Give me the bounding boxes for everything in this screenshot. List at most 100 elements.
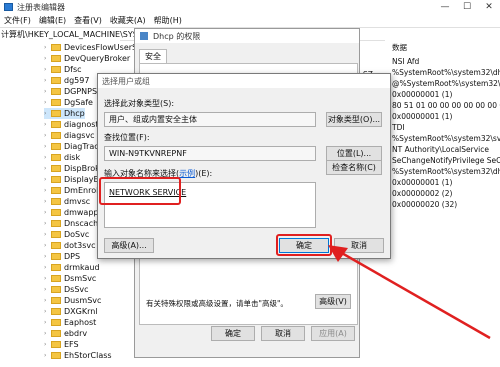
expand-arrow-icon[interactable]: › [44, 198, 51, 205]
expand-arrow-icon[interactable]: › [44, 121, 51, 128]
tree-item[interactable]: › DevicesFlowUserSvc [44, 42, 146, 53]
folder-icon [51, 110, 61, 117]
object-types-button[interactable]: 对象类型(O)... [326, 112, 382, 127]
tree-item[interactable]: › DPS [44, 251, 80, 262]
tree-item[interactable]: › EhStorClass [44, 350, 112, 361]
tree-item[interactable]: › DmEnrol [44, 185, 98, 196]
expand-arrow-icon[interactable]: › [44, 154, 51, 161]
value-data-cell: %SystemRoot%\system32\svchos [392, 134, 500, 143]
expand-arrow-icon[interactable]: › [44, 286, 51, 293]
tree-item[interactable]: › EFS [44, 339, 79, 350]
folder-icon [51, 319, 61, 326]
tree-item[interactable]: › dot3svc [44, 240, 96, 251]
tree-item[interactable]: › dg597 [44, 75, 89, 86]
expand-arrow-icon[interactable]: › [44, 319, 51, 326]
value-data-cell: 80 51 01 00 00 00 00 00 00 00 00 [392, 101, 500, 110]
tree-item-label: Dnscach [64, 219, 99, 228]
tree-item-label: dmwapp [64, 208, 99, 217]
perm-ok-button[interactable]: 确定 [211, 326, 255, 341]
menu-edit[interactable]: 编辑(E) [35, 14, 70, 27]
expand-arrow-icon[interactable]: › [44, 110, 51, 117]
expand-arrow-icon[interactable]: › [44, 88, 51, 95]
tree-item[interactable]: › DoSvc [44, 229, 89, 240]
window-title: 注册表编辑器 [17, 3, 65, 12]
menu-help[interactable]: 帮助(H) [150, 14, 186, 27]
expand-arrow-icon[interactable]: › [44, 176, 51, 183]
maximize-button[interactable]: ☐ [456, 0, 478, 14]
tree-item[interactable]: › DsSvc [44, 284, 89, 295]
expand-arrow-icon[interactable]: › [44, 253, 51, 260]
expand-arrow-icon[interactable]: › [44, 220, 51, 227]
tree-item[interactable]: › Dhcp [44, 108, 85, 119]
expand-arrow-icon[interactable]: › [44, 297, 51, 304]
expand-arrow-icon[interactable]: › [44, 66, 51, 73]
tree-item-label: Eaphost [64, 318, 97, 327]
folder-icon [51, 66, 61, 73]
menu-favorites[interactable]: 收藏夹(A) [106, 14, 150, 27]
perm-cancel-button[interactable]: 取消 [261, 326, 305, 341]
tree-item[interactable]: › dmwapp [44, 207, 98, 218]
value-data-cell: 0x00000001 (1) [392, 112, 453, 121]
folder-icon [51, 154, 61, 161]
tree-item-label: DusmSvc [64, 296, 102, 305]
close-button[interactable]: ✕ [478, 0, 500, 14]
tree-item[interactable]: › DusmSvc [44, 295, 101, 306]
expand-arrow-icon[interactable]: › [44, 308, 51, 315]
value-data-cell: %SystemRoot%\system32\dhcp [392, 68, 500, 77]
tree-item[interactable]: › DXGKrnl [44, 306, 98, 317]
expand-arrow-icon[interactable]: › [44, 165, 51, 172]
expand-arrow-icon[interactable]: › [44, 55, 51, 62]
tree-item[interactable]: › DevQueryBroker [44, 53, 130, 64]
expand-arrow-icon[interactable]: › [44, 132, 51, 139]
tree-item[interactable]: › diagsvc [44, 130, 95, 141]
expand-arrow-icon[interactable]: › [44, 187, 51, 194]
folder-icon [51, 242, 61, 249]
expand-arrow-icon[interactable]: › [44, 77, 51, 84]
tree-item[interactable]: › Eaphost [44, 317, 96, 328]
tree-item[interactable]: › dmvsc [44, 196, 90, 207]
tree-item[interactable]: › ebdrv [44, 328, 87, 339]
permissions-icon [140, 32, 148, 40]
tree-item[interactable]: › DGPNPS [44, 86, 97, 97]
expand-arrow-icon[interactable]: › [44, 143, 51, 150]
expand-arrow-icon[interactable]: › [44, 242, 51, 249]
expand-arrow-icon[interactable]: › [44, 341, 51, 348]
check-names-button[interactable]: 检查名称(C) [326, 160, 382, 175]
tree-item[interactable]: › DispBrok [44, 163, 100, 174]
tree-item[interactable]: › DgSafe [44, 97, 93, 108]
minimize-button[interactable]: — [434, 0, 456, 14]
select-dialog-title: 选择用户或组 [102, 77, 150, 86]
locations-button[interactable]: 位置(L)... [326, 146, 382, 161]
annotation-arrow [328, 245, 491, 340]
folder-icon [51, 77, 61, 84]
object-type-field: 用户、组或内置安全主体 [104, 112, 316, 127]
tree-item[interactable]: › Dnscach [44, 218, 98, 229]
tree-item[interactable]: › DiagTrac [44, 141, 99, 152]
value-data-cell: 0x00000020 (32) [392, 200, 458, 209]
expand-arrow-icon[interactable]: › [44, 209, 51, 216]
expand-arrow-icon[interactable]: › [44, 99, 51, 106]
tree-item[interactable]: › DisplayE [44, 174, 99, 185]
value-data-cell: %SystemRoot%\system32\dhcpco [392, 167, 500, 176]
examples-link[interactable]: 示例 [179, 169, 195, 178]
expand-arrow-icon[interactable]: › [44, 330, 51, 337]
folder-icon [51, 88, 61, 95]
expand-arrow-icon[interactable]: › [44, 264, 51, 271]
folder-icon [51, 209, 61, 216]
value-data-cell: 0x00000001 (1) [392, 90, 453, 99]
tree-item[interactable]: › Dfsc [44, 64, 82, 75]
tree-item[interactable]: › drmkaud [44, 262, 100, 273]
tree-item[interactable]: › disk [44, 152, 80, 163]
tree-item[interactable]: › diagnost [44, 119, 99, 130]
expand-arrow-icon[interactable]: › [44, 275, 51, 282]
expand-arrow-icon[interactable]: › [44, 231, 51, 238]
expand-arrow-icon[interactable]: › [44, 352, 51, 359]
tree-item-label: dot3svc [64, 241, 96, 250]
expand-arrow-icon[interactable]: › [44, 44, 51, 51]
menu-view[interactable]: 查看(V) [70, 14, 106, 27]
menu-file[interactable]: 文件(F) [0, 14, 35, 27]
tree-item[interactable]: › DsmSvc [44, 273, 96, 284]
tree-item-label: disk [64, 153, 81, 162]
tab-security[interactable]: 安全 [139, 49, 167, 64]
select-advanced-button[interactable]: 高级(A)... [104, 238, 154, 253]
